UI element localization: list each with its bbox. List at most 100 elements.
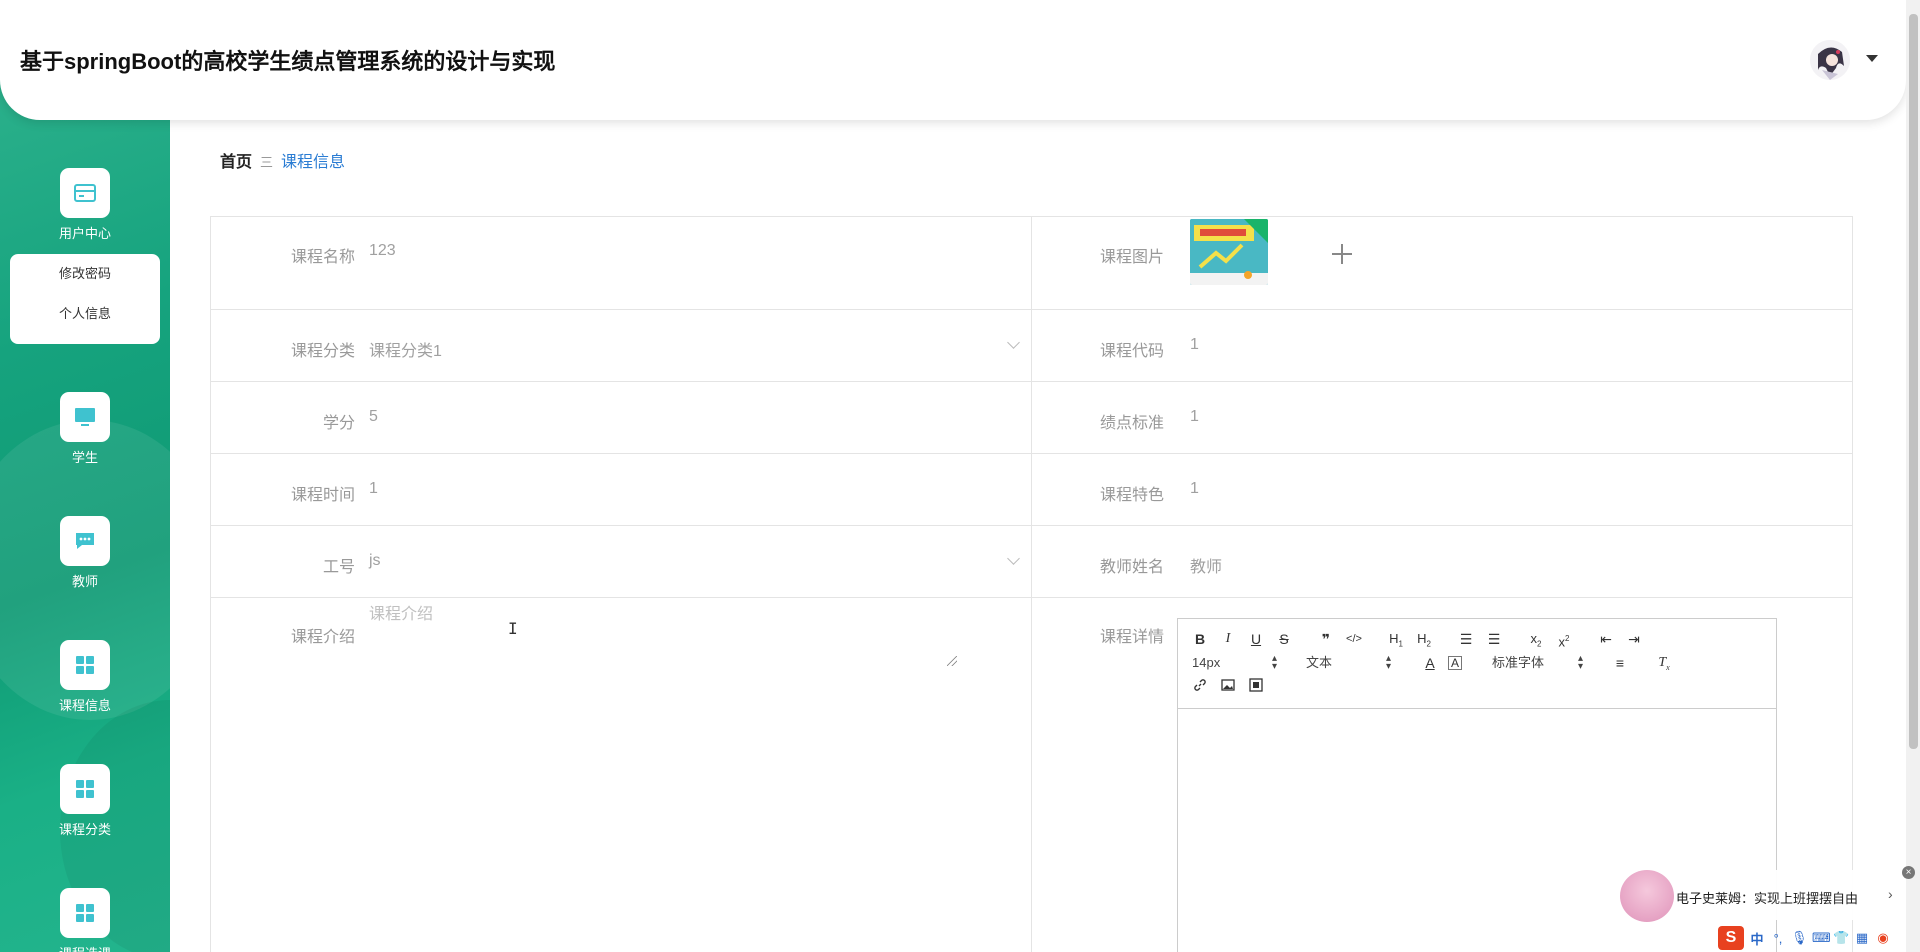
align-icon[interactable]: ≡ bbox=[1610, 653, 1630, 673]
ordered-list-icon[interactable]: ☰ bbox=[1456, 629, 1476, 649]
course-image-thumbnail[interactable] bbox=[1190, 219, 1268, 285]
clear-format-icon[interactable]: Tx bbox=[1654, 653, 1674, 673]
superscript-icon[interactable]: x2 bbox=[1554, 629, 1574, 649]
course-name-input[interactable]: 123 bbox=[369, 242, 396, 260]
select-arrows-icon: ▴ ▾ bbox=[1578, 653, 1584, 672]
gpa-standard-cell: 绩点标准 1 bbox=[1032, 382, 1852, 453]
microphone-icon[interactable]: 🎙 bbox=[1791, 930, 1808, 946]
video-icon[interactable] bbox=[1246, 677, 1266, 697]
course-feature-cell: 课程特色 1 bbox=[1032, 454, 1852, 525]
page-scrollbar[interactable] bbox=[1906, 0, 1920, 952]
chevron-down-icon[interactable] bbox=[1007, 336, 1020, 349]
form-row: 课程名称 123 课程图片 bbox=[211, 216, 1852, 309]
grid-icon bbox=[60, 888, 110, 938]
strikethrough-icon[interactable]: S bbox=[1274, 629, 1294, 649]
sidebar-item-course-category[interactable]: 课程分类 bbox=[0, 764, 170, 838]
submenu-item-profile[interactable]: 个人信息 bbox=[10, 294, 160, 334]
text-type-select[interactable]: 文本 bbox=[1306, 653, 1332, 673]
font-family-select[interactable]: 标准字体 bbox=[1492, 653, 1544, 673]
heading2-icon[interactable]: H2 bbox=[1414, 629, 1434, 649]
course-code-cell: 课程代码 1 bbox=[1032, 310, 1852, 381]
floating-widget[interactable]: 电子史莱姆：实现上班摆摆自由 › bbox=[1620, 870, 1900, 922]
chevron-down-icon[interactable] bbox=[1866, 55, 1878, 62]
page-title: 基于springBoot的高校学生绩点管理系统的设计与实现 bbox=[20, 49, 556, 74]
breadcrumb-current: 课程信息 bbox=[281, 154, 346, 171]
course-category-cell: 课程分类 课程分类1 bbox=[211, 310, 1032, 381]
teacher-id-label: 工号 bbox=[322, 559, 355, 576]
sidebar-item-label: 课程分类 bbox=[58, 822, 111, 837]
submenu-item-change-password[interactable]: 修改密码 bbox=[10, 254, 160, 294]
font-color-icon[interactable]: A bbox=[1420, 653, 1440, 673]
heading1-icon[interactable]: H1 bbox=[1386, 629, 1406, 649]
user-center-submenu: 修改密码 个人信息 bbox=[10, 254, 160, 344]
course-feature-input[interactable]: 1 bbox=[1190, 480, 1199, 498]
top-header: 基于springBoot的高校学生绩点管理系统的设计与实现 bbox=[0, 0, 1906, 120]
sidebar-item-label: 学生 bbox=[71, 450, 98, 465]
course-name-label: 课程名称 bbox=[290, 249, 355, 266]
code-block-icon[interactable]: </> bbox=[1344, 629, 1364, 649]
font-size-select[interactable]: 14px bbox=[1192, 653, 1220, 673]
teacher-id-select[interactable]: js bbox=[369, 552, 381, 570]
keyboard-icon[interactable]: ⌨ bbox=[1812, 930, 1831, 946]
sidebar-item-user-center[interactable]: 用户中心 bbox=[0, 168, 170, 242]
close-icon[interactable]: × bbox=[1902, 866, 1915, 879]
sidebar-item-label: 教师 bbox=[71, 574, 98, 589]
sidebar-item-course-selection[interactable]: 课程选课 bbox=[0, 888, 170, 952]
blockquote-icon[interactable]: ❞ bbox=[1316, 629, 1336, 649]
image-icon[interactable] bbox=[1218, 677, 1238, 697]
text-cursor-icon: I bbox=[508, 619, 518, 638]
course-form: 课程名称 123 课程图片 课程分类 课程分类1 课程代码 1 学分 5 绩点标… bbox=[210, 216, 1853, 952]
chat-icon bbox=[60, 516, 110, 566]
sidebar-item-label: 课程选课 bbox=[0, 943, 170, 952]
scrollbar-thumb[interactable] bbox=[1909, 14, 1918, 749]
indent-icon[interactable]: ⇥ bbox=[1624, 629, 1644, 649]
grid-icon bbox=[60, 764, 110, 814]
outdent-icon[interactable]: ⇤ bbox=[1596, 629, 1616, 649]
background-color-icon[interactable]: A bbox=[1448, 656, 1462, 670]
subscript-icon[interactable]: x2 bbox=[1526, 629, 1546, 649]
course-category-select[interactable]: 课程分类1 bbox=[369, 337, 442, 361]
breadcrumb-home[interactable]: 首页 bbox=[220, 154, 252, 171]
credit-input[interactable]: 5 bbox=[369, 408, 378, 426]
course-intro-label: 课程介绍 bbox=[290, 629, 355, 646]
underline-icon[interactable]: U bbox=[1246, 629, 1266, 649]
slime-avatar-icon[interactable] bbox=[1620, 870, 1674, 922]
assistant-icon[interactable]: ◉ bbox=[1875, 930, 1891, 946]
breadcrumb: 首页三课程信息 bbox=[220, 148, 345, 172]
course-time-input[interactable]: 1 bbox=[369, 480, 378, 498]
monitor-icon bbox=[60, 392, 110, 442]
chevron-down-icon[interactable] bbox=[1007, 552, 1020, 565]
teacher-name-cell: 教师姓名 教师 bbox=[1032, 526, 1852, 597]
link-icon[interactable] bbox=[1190, 677, 1210, 697]
italic-icon[interactable]: I bbox=[1218, 629, 1238, 649]
select-arrows-icon: ▴ ▾ bbox=[1272, 653, 1278, 672]
chevron-right-icon[interactable]: › bbox=[1888, 886, 1893, 902]
credit-cell: 学分 5 bbox=[211, 382, 1032, 453]
sidebar-item-course-info[interactable]: 课程信息 bbox=[0, 640, 170, 714]
resize-handle[interactable] bbox=[947, 656, 957, 666]
toolbox-icon[interactable]: ▦ bbox=[1854, 930, 1870, 946]
form-row: 课程介绍 课程介绍 I 课程详情 B I U S ❞ </> H1 H2 ☰ ☰… bbox=[211, 597, 1852, 952]
sidebar-item-teachers[interactable]: 教师 bbox=[0, 516, 170, 590]
sidebar-item-label: 用户中心 bbox=[58, 226, 111, 241]
gpa-standard-input[interactable]: 1 bbox=[1190, 408, 1199, 426]
widget-message: 电子史莱姆：实现上班摆摆自由 bbox=[1676, 891, 1859, 906]
avatar[interactable] bbox=[1810, 40, 1850, 80]
bold-icon[interactable]: B bbox=[1190, 629, 1210, 649]
punctuation-icon[interactable]: °, bbox=[1770, 931, 1786, 946]
chinese-mode-icon[interactable]: 中 bbox=[1749, 929, 1765, 948]
form-row: 课程分类 课程分类1 课程代码 1 bbox=[211, 309, 1852, 381]
sidebar-item-students[interactable]: 学生 bbox=[0, 392, 170, 466]
bullet-list-icon[interactable]: ☰ bbox=[1484, 629, 1504, 649]
sogou-logo-icon[interactable]: S bbox=[1718, 926, 1744, 950]
form-row: 工号 js 教师姓名 教师 bbox=[211, 525, 1852, 597]
skin-icon[interactable]: 👕 bbox=[1833, 930, 1849, 946]
course-intro-textarea[interactable]: 课程介绍 bbox=[369, 598, 957, 670]
course-image-label: 课程图片 bbox=[1099, 249, 1164, 266]
course-code-label: 课程代码 bbox=[1099, 343, 1164, 360]
course-code-input[interactable]: 1 bbox=[1190, 336, 1199, 354]
course-time-cell: 课程时间 1 bbox=[211, 454, 1032, 525]
teacher-name-input[interactable]: 教师 bbox=[1190, 553, 1222, 577]
course-time-label: 课程时间 bbox=[290, 487, 355, 504]
plus-icon-vertical[interactable] bbox=[1341, 244, 1343, 264]
